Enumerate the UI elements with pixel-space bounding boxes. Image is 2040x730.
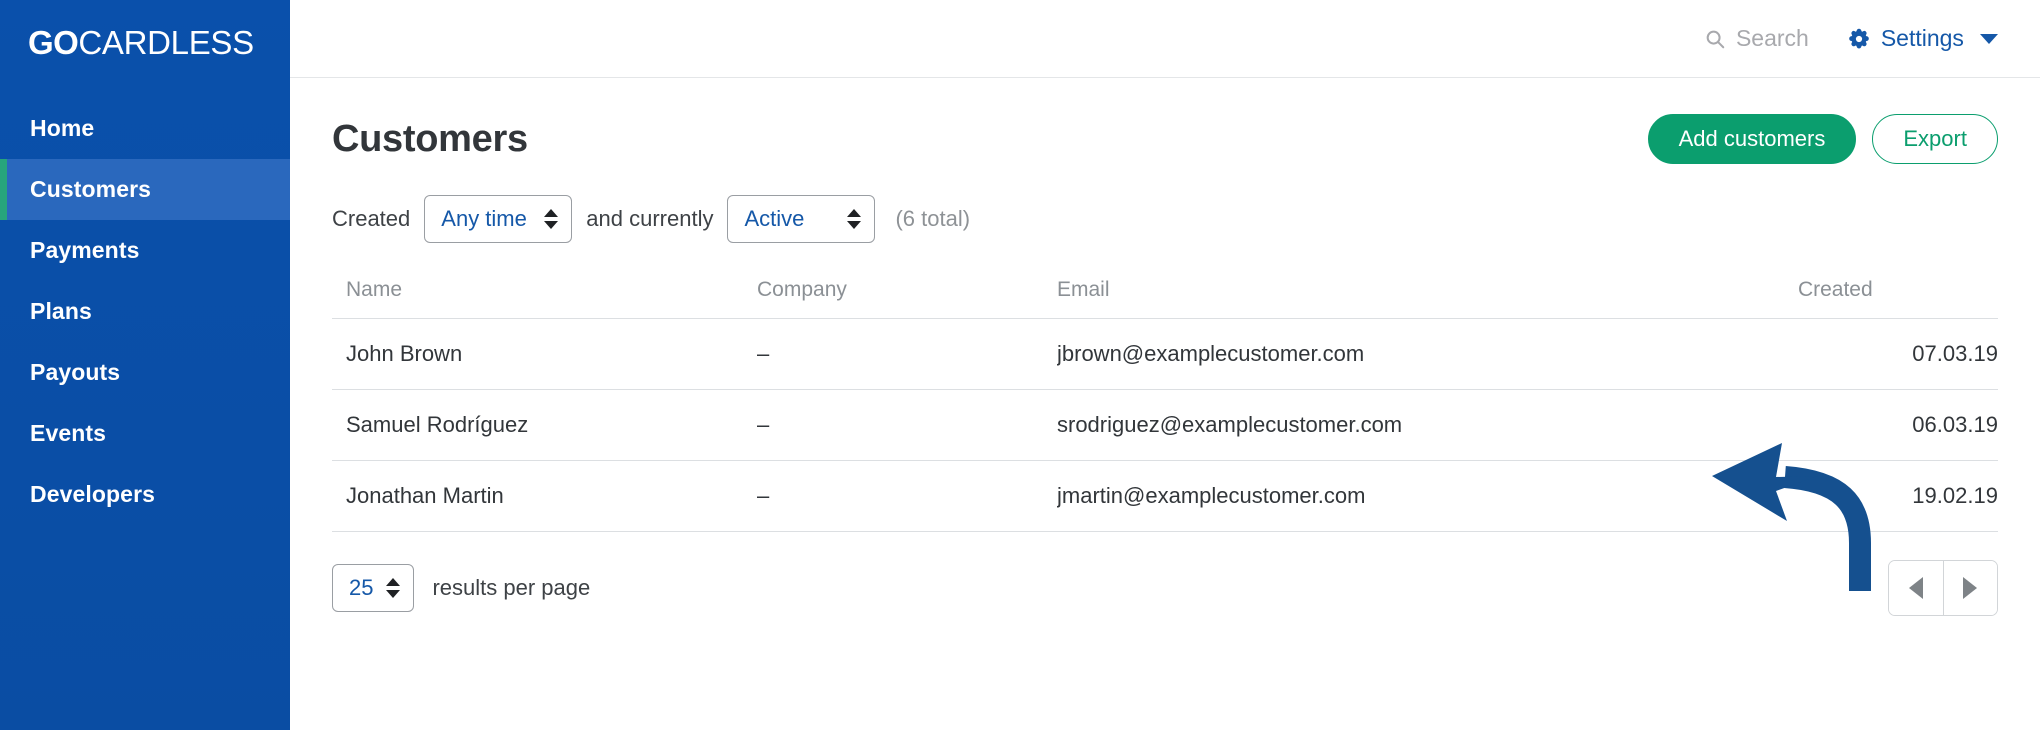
cell-company: –: [757, 389, 1057, 461]
sidebar-item-developers[interactable]: Developers: [0, 464, 290, 525]
per-page-control: 25 results per page: [332, 564, 590, 612]
triangle-up-icon: [847, 209, 862, 217]
table-header-row: Name Company Email Created: [332, 278, 1998, 319]
page-actions: Add customers Export: [1647, 114, 1998, 164]
chevron-down-icon: [1979, 33, 1998, 44]
settings-menu-button[interactable]: Settings: [1847, 25, 1998, 52]
triangle-left-icon: [1908, 577, 1923, 599]
triangle-up-icon: [544, 209, 559, 217]
search-label: Search: [1735, 25, 1809, 51]
search-button[interactable]: Search: [1704, 25, 1809, 52]
cell-created: 07.03.19: [1797, 318, 1998, 390]
table-row[interactable]: Jonathan Martin – jmartin@examplecustome…: [332, 460, 1998, 532]
created-filter-label: Created: [332, 206, 411, 231]
cell-name: Jonathan Martin: [332, 460, 757, 532]
cell-created: 06.03.19: [1797, 389, 1998, 461]
sidebar-item-customers[interactable]: Customers: [0, 159, 290, 220]
pager-controls: [1887, 560, 1998, 616]
stepper-icon: [386, 578, 401, 598]
triangle-right-icon: [1963, 577, 1978, 599]
cell-company: –: [757, 460, 1057, 532]
created-filter-select[interactable]: Any time: [424, 195, 573, 243]
table-row[interactable]: Samuel Rodríguez – srodriguez@examplecus…: [332, 389, 1998, 461]
table-body: John Brown – jbrown@examplecustomer.com …: [332, 318, 1998, 532]
status-filter-select[interactable]: Active: [727, 195, 876, 243]
cell-name: John Brown: [332, 318, 757, 390]
app-window: GOCARDLESS Home Customers Payments Plans…: [0, 0, 2040, 730]
result-total-count: (6 total): [895, 206, 971, 231]
sidebar-item-home[interactable]: Home: [0, 98, 290, 159]
status-filter-label: and currently: [586, 206, 714, 231]
cell-created: 19.02.19: [1797, 460, 1998, 532]
sidebar-item-label: Developers: [30, 481, 156, 507]
triangle-down-icon: [544, 221, 559, 229]
column-header-name[interactable]: Name: [332, 278, 757, 319]
triangle-down-icon: [847, 221, 862, 229]
column-header-created[interactable]: Created: [1797, 278, 1998, 319]
logo-text-light: CARDLESS: [78, 24, 254, 61]
per-page-select[interactable]: 25: [332, 564, 415, 612]
top-bar: Search Settings: [290, 0, 2040, 78]
sidebar-item-label: Plans: [30, 298, 92, 324]
settings-label: Settings: [1880, 25, 1964, 51]
cell-company: –: [757, 318, 1057, 390]
sidebar-item-events[interactable]: Events: [0, 403, 290, 464]
sidebar: GOCARDLESS Home Customers Payments Plans…: [0, 0, 290, 730]
sidebar-item-label: Home: [30, 115, 95, 141]
customers-table: Name Company Email Created John Brown – …: [332, 278, 1998, 532]
stepper-icon: [847, 209, 862, 229]
column-header-email[interactable]: Email: [1057, 278, 1798, 319]
next-page-button[interactable]: [1942, 561, 1997, 615]
page-title: Customers: [332, 117, 528, 160]
sidebar-nav: Home Customers Payments Plans Payouts Ev…: [0, 98, 290, 525]
sidebar-item-payments[interactable]: Payments: [0, 220, 290, 281]
per-page-value: 25: [349, 575, 374, 600]
add-customers-button[interactable]: Add customers: [1647, 114, 1857, 164]
cell-email: srodriguez@examplecustomer.com: [1057, 389, 1798, 461]
sidebar-item-label: Payments: [30, 237, 140, 263]
table-head: Name Company Email Created: [332, 278, 1998, 319]
previous-page-button[interactable]: [1888, 561, 1943, 615]
brand-logo[interactable]: GOCARDLESS: [0, 0, 290, 78]
main-content: Search Settings Customers Add customers …: [290, 0, 2040, 730]
created-filter-value: Any time: [441, 206, 527, 231]
status-filter-value: Active: [744, 206, 805, 231]
cell-name: Samuel Rodríguez: [332, 389, 757, 461]
triangle-up-icon: [386, 578, 401, 586]
export-button[interactable]: Export: [1872, 114, 1998, 164]
cell-email: jmartin@examplecustomer.com: [1057, 460, 1798, 532]
logo-text-bold: GO: [28, 24, 79, 61]
sidebar-item-label: Payouts: [30, 359, 121, 385]
gear-icon: [1847, 27, 1871, 51]
triangle-down-icon: [386, 590, 401, 598]
sidebar-item-label: Customers: [30, 176, 152, 202]
cell-email: jbrown@examplecustomer.com: [1057, 318, 1798, 390]
sidebar-item-plans[interactable]: Plans: [0, 281, 290, 342]
pagination-bar: 25 results per page: [332, 560, 1998, 616]
page-header: Customers Add customers Export: [332, 106, 1998, 172]
stepper-icon: [544, 209, 559, 229]
content-area: Customers Add customers Export Created A…: [290, 78, 2040, 616]
sidebar-item-payouts[interactable]: Payouts: [0, 342, 290, 403]
per-page-label: results per page: [432, 575, 591, 600]
search-icon: [1704, 28, 1726, 50]
sidebar-item-label: Events: [30, 420, 107, 446]
filter-bar: Created Any time and currently Active (6…: [332, 194, 1998, 244]
table-row[interactable]: John Brown – jbrown@examplecustomer.com …: [332, 318, 1998, 390]
column-header-company[interactable]: Company: [757, 278, 1057, 319]
